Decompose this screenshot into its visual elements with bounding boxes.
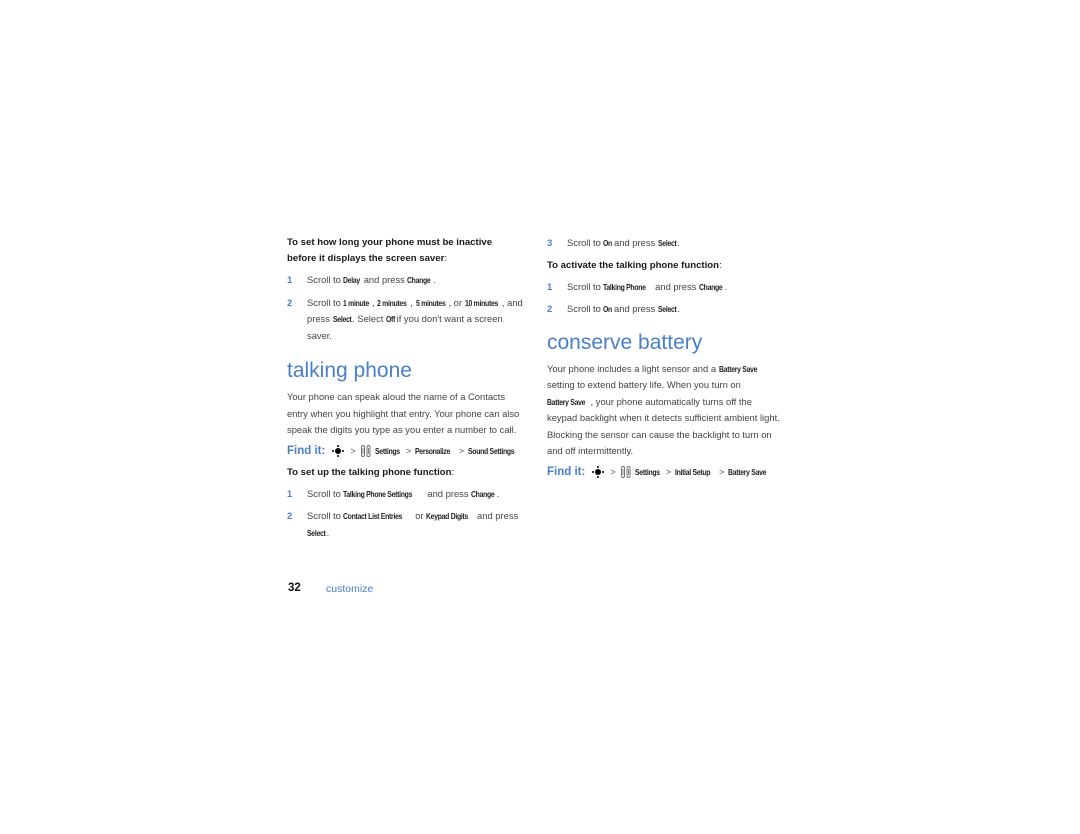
path-separator: >: [719, 466, 725, 477]
screensaver-steps: 1 Scroll to Delay and press Change. 2 Scrol…: [287, 272, 523, 344]
ui-key-term: Battery Save: [718, 363, 757, 374]
step-text: Scroll to On and press Select.: [567, 235, 783, 252]
talking-phone-setup-steps: 1 Scroll to Talking Phone Settings and pr…: [287, 486, 523, 542]
path-separator: >: [665, 466, 672, 477]
nav-key-icon: [332, 444, 345, 457]
conserve-battery-body: Your phone includes a light sensor and a…: [547, 362, 780, 457]
ui-key-term: 5 minutes: [415, 297, 446, 308]
ui-key-term: Battery Save: [547, 396, 586, 407]
step-number: 2: [547, 303, 553, 314]
conserve-battery-find-it: Find it: > Settings > Initial Setup > Battery …: [547, 463, 783, 481]
screensaver-lead: To set how long your phone must be inact…: [287, 237, 493, 264]
path-separator: >: [350, 445, 356, 456]
step-text: Scroll to Talking Phone and press Change…: [567, 279, 783, 296]
talking-phone-find-it: Find it: > Settings > Personalize > Sound Sett…: [287, 442, 523, 460]
ui-key-term: Select: [657, 304, 677, 314]
ui-key-term: 1 minute: [343, 297, 370, 308]
step-item: 3 Scroll to On and press Select.: [547, 235, 783, 252]
step-item: 1 Scroll to Talking Phone Settings and pr…: [287, 486, 523, 503]
step-number: 2: [287, 510, 293, 521]
ui-key-term: 2 minutes: [377, 297, 407, 308]
step-text: Scroll to On and press Select.: [567, 301, 783, 318]
path-separator: >: [405, 445, 412, 456]
talking-phone-heading: talking phone: [287, 359, 412, 382]
nav-key-icon: [592, 465, 605, 478]
step-text: Scroll to Contact List Entries or Keypad…: [307, 508, 523, 541]
step-item: 2 Scroll to Contact List Entries or Keypa…: [287, 508, 523, 541]
page-number: 32: [288, 582, 301, 594]
step-number: 1: [287, 274, 293, 285]
ui-key-term: Talking Phone: [603, 281, 647, 292]
ui-key-term: Keypad Digits: [426, 511, 469, 521]
ui-key-term: Change: [698, 281, 723, 292]
ui-key-term: Off: [385, 314, 396, 324]
find-it-label: Find it:: [287, 444, 326, 457]
ui-key-term: Delay: [343, 275, 361, 285]
step-number: 3: [547, 237, 553, 248]
activate-steps: 1 Scroll to Talking Phone and press Chang…: [547, 279, 783, 318]
ui-key-term: Change: [407, 275, 431, 285]
step-number: 1: [547, 280, 553, 292]
step-item: 2 Scroll to 1 minute, 2 minutes, 5 minute…: [287, 295, 523, 345]
step-text: Scroll to Talking Phone Settings and pre…: [307, 486, 523, 503]
settings-tools-icon: [620, 465, 632, 478]
page-footer: 32 customize: [288, 582, 373, 595]
ui-key-term: Select: [657, 238, 677, 248]
path-separator: >: [458, 445, 465, 456]
activate-lead: To activate the talking phone function:: [547, 259, 722, 271]
step-item: 1 Scroll to Talking Phone and press Chang…: [547, 279, 783, 296]
menu-path-item: Sound Settings: [468, 445, 515, 456]
path-separator: >: [610, 466, 616, 477]
ui-key-term: Change: [471, 488, 495, 499]
step-text: Scroll to 1 minute, 2 minutes, 5 minutes…: [307, 296, 523, 341]
talking-phone-setup-lead: To set up the talking phone function:: [287, 466, 455, 478]
talking-phone-body: Your phone can speak aloud the name of a…: [287, 391, 520, 435]
menu-path-item: Settings: [374, 445, 400, 456]
ui-key-term: On: [603, 304, 613, 314]
ui-key-term: 10 minutes: [464, 297, 498, 308]
right-column: 3 Scroll to On and press Select. To activ…: [547, 235, 783, 486]
menu-path-item: Settings: [634, 466, 660, 477]
ui-key-term: On: [603, 238, 613, 248]
menu-path-item: Battery Save: [728, 466, 767, 477]
ui-key-term: Contact List Entries: [343, 511, 403, 521]
setup-steps-continued: 3 Scroll to On and press Select.: [547, 235, 783, 252]
step-number: 1: [287, 487, 293, 499]
ui-key-term: Talking Phone Settings: [343, 488, 413, 499]
ui-key-term: Select: [332, 314, 352, 324]
left-column: To set how long your phone must be inact…: [287, 235, 523, 547]
step-item: 2 Scroll to On and press Select.: [547, 301, 783, 318]
step-number: 2: [287, 296, 293, 308]
find-it-label: Find it:: [547, 465, 586, 478]
settings-tools-icon: [360, 444, 372, 457]
step-item: 1 Scroll to Delay and press Change.: [287, 272, 523, 289]
section-name: customize: [326, 583, 374, 595]
step-text: Scroll to Delay and press Change.: [307, 272, 523, 289]
menu-path-item: Initial Setup: [675, 466, 711, 477]
ui-key-term: Select: [307, 527, 326, 538]
conserve-battery-heading: conserve battery: [547, 330, 703, 354]
menu-path-item: Personalize: [415, 445, 451, 456]
